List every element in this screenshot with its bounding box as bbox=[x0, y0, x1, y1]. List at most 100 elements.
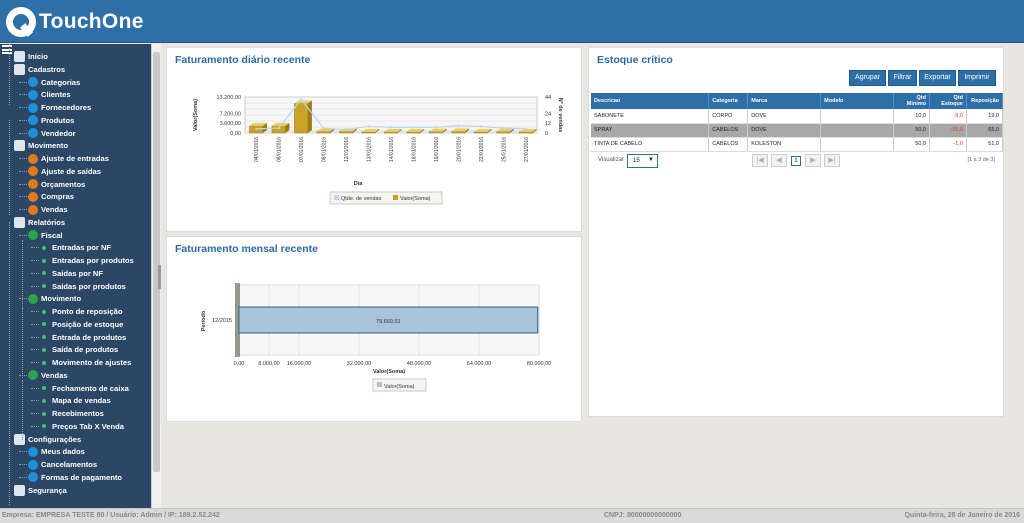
sidebar-item[interactable]: Meus dados bbox=[28, 445, 85, 458]
bar-front bbox=[496, 131, 511, 134]
tree-connector bbox=[31, 413, 39, 414]
sidebar-resize-handle[interactable] bbox=[158, 265, 161, 289]
sales-count-point bbox=[457, 124, 460, 127]
y2-tick-label: 12 bbox=[545, 121, 551, 127]
filter-button[interactable]: Filtrar bbox=[888, 70, 917, 86]
sidebar-item[interactable]: Recebimentos bbox=[40, 407, 104, 420]
sidebar-item[interactable]: Movimento bbox=[14, 139, 68, 152]
menu-toggle-icon[interactable] bbox=[2, 45, 12, 54]
sidebar-item[interactable]: Entradas por produtos bbox=[40, 254, 134, 267]
sidebar-item[interactable]: Configurações bbox=[14, 433, 81, 446]
group-button[interactable]: Agrupar bbox=[849, 70, 886, 86]
sidebar-item[interactable]: Vendedor bbox=[28, 127, 76, 140]
cell-marca: KOLESTON bbox=[747, 137, 822, 152]
sidebar-item[interactable]: Movimento bbox=[28, 292, 81, 305]
sidebar-item[interactable]: Categorias bbox=[28, 76, 80, 89]
next-page-button[interactable]: ▶ bbox=[805, 154, 821, 167]
sidebar-item[interactable]: Início bbox=[14, 50, 48, 63]
sidebar-item-label: Recebimentos bbox=[52, 409, 104, 418]
y-axis-label: Período bbox=[201, 310, 207, 331]
col-marca[interactable]: Marca bbox=[747, 93, 822, 109]
blue-bullet-icon bbox=[28, 446, 38, 457]
x-tick-label: 20/01/2016 bbox=[456, 137, 462, 162]
green-dot-icon bbox=[42, 309, 46, 314]
col-qtd-estoque[interactable]: Qtd Estoque bbox=[929, 93, 967, 109]
x-tick-label: 08/01/2016 bbox=[322, 137, 328, 162]
x-tick-label: 22/01/2016 bbox=[479, 137, 485, 162]
cell-reposicao: 19,0 bbox=[966, 109, 1004, 124]
report-chart-icon bbox=[14, 216, 25, 228]
tree-connector bbox=[31, 285, 39, 287]
first-page-button[interactable]: |◀ bbox=[752, 154, 768, 167]
sidebar-item[interactable]: Movimento de ajustes bbox=[40, 356, 131, 369]
app-logo[interactable]: TouchOne bbox=[6, 7, 144, 37]
sidebar-item-label: Entrada de produtos bbox=[52, 332, 127, 342]
sidebar-item-label: Saída de produtos bbox=[52, 345, 119, 355]
cell-categoria: CABELOS bbox=[708, 123, 749, 138]
sidebar-scrollbar-thumb[interactable] bbox=[153, 52, 160, 472]
current-page[interactable]: 1 bbox=[791, 156, 801, 166]
tree-connector bbox=[19, 81, 27, 83]
sidebar-item[interactable]: Segurança bbox=[14, 484, 67, 497]
sidebar-item[interactable]: Formas de pagamento bbox=[28, 471, 122, 484]
sidebar-item[interactable]: Produtos bbox=[28, 114, 74, 127]
sidebar-item[interactable]: Cancelamentos bbox=[28, 458, 97, 471]
legend-swatch-count bbox=[334, 195, 339, 200]
table-row[interactable]: SABONETE CORPO DOVE 10,0 -9,0 19,0 bbox=[591, 109, 1004, 124]
sidebar-item[interactable]: Orçamentos bbox=[28, 178, 85, 191]
green-dot-icon bbox=[42, 245, 46, 250]
sidebar-item[interactable]: Mapa de vendas bbox=[40, 394, 111, 407]
sidebar-item[interactable]: Clientes bbox=[28, 88, 71, 101]
sidebar-item[interactable]: Saídas por produtos bbox=[40, 280, 126, 293]
y2-tick-label: 44 bbox=[545, 95, 551, 101]
col-reposicao[interactable]: Reposição bbox=[966, 93, 1004, 109]
sidebar-item[interactable]: Saídas por NF bbox=[40, 267, 103, 280]
daily-bar bbox=[249, 122, 267, 134]
legend-label: Valor(Soma) bbox=[400, 196, 431, 202]
col-modelo[interactable]: Modelo bbox=[820, 93, 895, 109]
table-row-selected[interactable]: SPRAY CABELOS DOVE 50,0 -15,0 65,0 bbox=[591, 123, 1004, 138]
x-tick-label: 14/01/2016 bbox=[389, 137, 395, 162]
sidebar-item[interactable]: Cadastros bbox=[14, 63, 65, 76]
page-size-select[interactable]: 15 ▼ bbox=[627, 154, 658, 168]
critical-stock-table: Descricao Categoria Marca Modelo Qtd Min… bbox=[591, 93, 1004, 152]
prev-page-button[interactable]: ◀ bbox=[771, 154, 787, 167]
col-categoria[interactable]: Categoria bbox=[708, 93, 749, 109]
sidebar-item[interactable]: Fechamento de caixa bbox=[40, 382, 129, 395]
sidebar-item[interactable]: Entrada de produtos bbox=[40, 331, 126, 344]
col-descricao[interactable]: Descricao bbox=[591, 93, 710, 109]
export-button[interactable]: Exportar bbox=[919, 70, 956, 86]
legend-swatch bbox=[377, 382, 382, 387]
sidebar-item[interactable]: Fornecedores bbox=[28, 101, 91, 114]
sidebar-item[interactable]: Fiscal bbox=[28, 229, 63, 242]
col-qtd-minimo[interactable]: Qtd Minimo bbox=[893, 93, 930, 109]
sidebar-item[interactable]: Posição de estoque bbox=[40, 318, 123, 331]
sidebar-item-label: Categorias bbox=[41, 77, 81, 87]
green-dot-icon bbox=[42, 322, 46, 327]
last-page-button[interactable]: ▶| bbox=[824, 154, 840, 167]
sidebar-item[interactable]: Ajuste de saídas bbox=[28, 165, 101, 178]
main-content: Faturamento diário recente 13.200,00 7.20… bbox=[163, 44, 1024, 508]
sidebar-item[interactable]: Preços Tab X Venda bbox=[40, 420, 124, 433]
blue-bullet-icon bbox=[28, 459, 38, 470]
top-bar: TouchOne bbox=[0, 0, 1024, 43]
sidebar-item[interactable]: Ajuste de entradas bbox=[28, 152, 109, 165]
sidebar-item[interactable]: Ponto de reposição bbox=[40, 305, 122, 318]
table-row[interactable]: TINTA DE CABELO CABELOS KOLESTON 50,0 -1… bbox=[591, 137, 1004, 152]
orange-bullet-icon bbox=[28, 204, 38, 215]
sidebar-item[interactable]: Compras bbox=[28, 190, 74, 203]
tree-connector bbox=[31, 323, 39, 325]
sidebar-item-label: Produtos bbox=[41, 115, 75, 125]
blue-bullet-icon bbox=[28, 115, 38, 126]
daily-revenue-chart: 13.200,00 7.200,00 3.600,00 0,00 44 24 12 0 Valo… bbox=[193, 95, 563, 205]
sidebar-item[interactable]: Saída de produtos bbox=[40, 343, 118, 356]
sidebar-item[interactable]: Vendas bbox=[28, 203, 68, 216]
sidebar-item[interactable]: Vendas bbox=[28, 369, 68, 382]
green-dot-icon bbox=[42, 411, 46, 416]
tree-connector bbox=[19, 183, 27, 185]
print-button[interactable]: Imprimir bbox=[958, 70, 996, 86]
cell-qtd-minimo: 50,0 bbox=[893, 137, 930, 152]
sidebar-item[interactable]: Relatórios bbox=[14, 216, 65, 229]
sidebar-item[interactable]: Entradas por NF bbox=[40, 241, 111, 254]
daily-legend: Qtde. de vendas Valor(Soma) bbox=[329, 191, 443, 205]
